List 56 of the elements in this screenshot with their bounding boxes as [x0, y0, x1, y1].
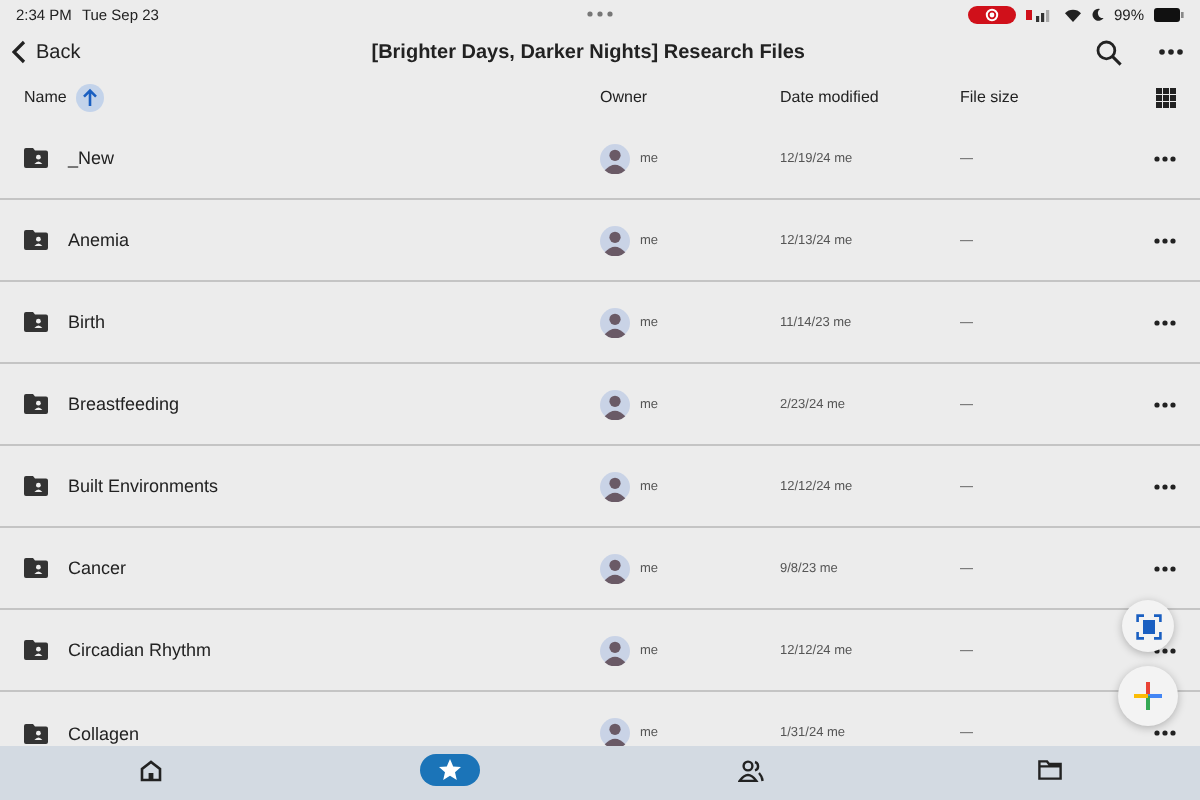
date-modified-column-header[interactable]: Date modified [780, 88, 960, 106]
sort-ascending-icon[interactable] [76, 83, 105, 111]
folder-name[interactable]: Circadian Rhythm [68, 640, 212, 660]
more-options-icon[interactable] [1154, 155, 1176, 161]
shared-folder-icon [24, 230, 48, 250]
folder-name[interactable]: Cancer [68, 558, 127, 578]
name-column-header[interactable]: Name [24, 88, 67, 106]
scan-button[interactable] [1122, 600, 1174, 652]
avatar-icon [600, 635, 630, 665]
owner-column-header[interactable]: Owner [600, 88, 780, 106]
star-icon [438, 758, 462, 782]
shared-folder-icon [24, 476, 48, 496]
signal-icon [1025, 7, 1054, 21]
avatar-icon [600, 471, 630, 501]
shared-folder-icon [24, 394, 48, 414]
more-options-icon[interactable] [1154, 647, 1176, 653]
shared-folder-icon [24, 723, 48, 743]
shared-folder-icon [24, 312, 48, 332]
folder-name[interactable]: Birth [68, 312, 106, 332]
home-icon [139, 759, 161, 781]
more-options-icon[interactable] [1154, 401, 1176, 407]
avatar-icon [600, 225, 630, 255]
wifi-icon [1063, 7, 1082, 21]
more-options-icon[interactable] [1154, 237, 1176, 243]
folder-icon [1038, 760, 1062, 780]
folder-title: [Brighter Days, Darker Nights] Research Files [369, 41, 807, 63]
folder-name[interactable]: Collagen [68, 723, 140, 743]
file-size-column-header[interactable]: File size [960, 88, 1156, 106]
folder-name[interactable]: Built Environments [68, 476, 219, 496]
folder-name[interactable]: Anemia [68, 230, 130, 250]
avatar-icon [600, 553, 630, 583]
more-options-icon[interactable] [1158, 48, 1184, 56]
more-options-icon[interactable] [1154, 319, 1176, 325]
avatar-icon [600, 143, 630, 173]
shared-folder-icon [24, 558, 48, 578]
grid-view-icon[interactable] [1156, 87, 1176, 107]
people-icon [737, 759, 763, 781]
chevron-left-icon [12, 40, 26, 64]
folder-name[interactable]: Breastfeeding [68, 394, 180, 414]
scan-icon [1135, 613, 1161, 639]
folder-name[interactable]: _New [68, 148, 115, 168]
more-options-icon[interactable] [1154, 730, 1176, 736]
recording-indicator-icon [967, 5, 1016, 23]
plus-icon [1134, 682, 1162, 710]
back-button[interactable]: Back [12, 40, 81, 64]
more-options-icon[interactable] [1154, 565, 1176, 571]
avatar-icon [600, 389, 630, 419]
avatar-icon [600, 307, 630, 337]
shared-folder-icon [24, 148, 48, 168]
search-icon[interactable] [1096, 39, 1122, 65]
more-options-icon[interactable] [1154, 483, 1176, 489]
battery-icon [1154, 7, 1184, 21]
nav-tab[interactable] [420, 754, 480, 786]
moon-icon [1091, 7, 1104, 21]
shared-folder-icon [24, 640, 48, 660]
multitask-dots-icon[interactable] [586, 10, 614, 18]
